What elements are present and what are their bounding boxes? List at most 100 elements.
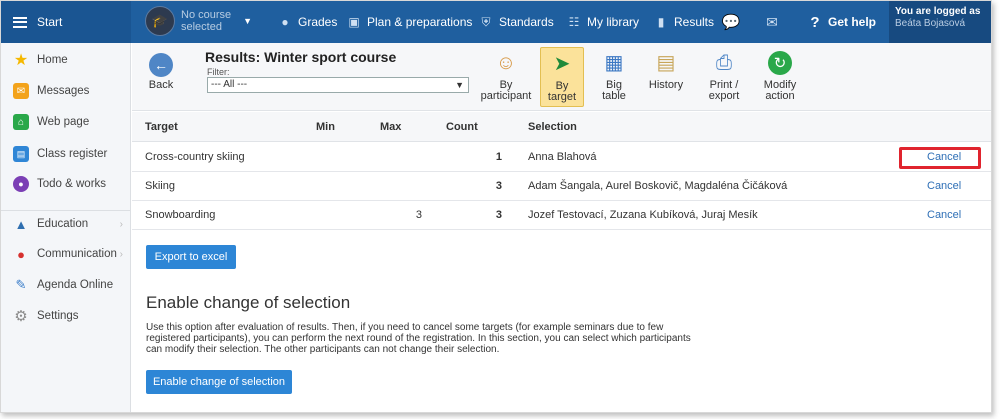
cancel-link[interactable]: Cancel	[927, 143, 961, 171]
header-min: Min	[316, 120, 335, 133]
enable-change-of-selection-button[interactable]: Enable change of selection	[146, 370, 292, 394]
header-max: Max	[380, 120, 402, 133]
start-label: Start	[37, 15, 63, 29]
gear-icon: ⚙	[14, 308, 28, 325]
filter-select[interactable]: --- All --- ▼	[207, 77, 469, 93]
header-count: Count	[446, 120, 478, 133]
cell-max	[382, 143, 422, 171]
toolbar: ← Back Results: Winter sport course Filt…	[132, 43, 991, 111]
communication-icon: ●	[17, 246, 25, 262]
header-target: Target	[145, 120, 178, 133]
sidebar-item-label: Education	[37, 218, 89, 230]
cancel-link[interactable]: Cancel	[927, 172, 961, 200]
header-selection: Selection	[528, 120, 577, 133]
palette-icon: ●	[281, 15, 289, 29]
sidebar-item-label: Settings	[37, 310, 79, 322]
sidebar-item-label: Messages	[37, 85, 90, 97]
sidebar-item-label: Web page	[37, 116, 90, 128]
nav-standards[interactable]: ⛨ Standards	[478, 1, 554, 43]
sidebar-item-todo-works[interactable]: ● Todo & works	[1, 169, 131, 199]
sidebar-item-education[interactable]: ▲ Education ›	[1, 209, 131, 239]
chat-button[interactable]: 💬	[721, 1, 741, 43]
sidebar-item-label: Agenda Online	[37, 279, 114, 291]
todo-icon: ●	[13, 176, 29, 192]
by-participant-button[interactable]: ☺ By participant	[473, 47, 539, 107]
envelope-icon: ✉	[13, 83, 29, 99]
nav-standards-label: Standards	[499, 15, 554, 29]
sidebar-item-home[interactable]: ★ Home	[1, 45, 131, 75]
cell-max: 3	[415, 209, 422, 221]
user-name: Beáta Bojasová	[895, 18, 966, 29]
cell-count: 3	[495, 180, 502, 192]
start-menu-button[interactable]: Start	[1, 1, 131, 43]
nav-results[interactable]: ▮ Results	[653, 1, 714, 43]
sidebar: ★ Home ✉ Messages ⌂ Web page ▤ Class reg…	[1, 43, 131, 412]
course-selector[interactable]: 🎓 No course selected ▼	[145, 6, 252, 36]
question-icon: ?	[810, 13, 820, 31]
by-target-button[interactable]: ➤ By target	[540, 47, 584, 107]
user-account[interactable]: You are logged as Beáta Bojasová	[889, 1, 991, 43]
nav-plan-preparations[interactable]: ▣ Plan & preparations	[346, 1, 472, 43]
modify-action-button[interactable]: ↻ Modify action	[758, 47, 802, 107]
chevron-down-icon: ▼	[243, 16, 253, 26]
course-line1: No course	[181, 9, 232, 21]
person-icon: ☺	[495, 51, 517, 74]
filter-label: Filter:	[207, 67, 230, 77]
cell-target: Cross-country skiing	[145, 151, 245, 163]
app-window: Start 🎓 No course selected ▼ ● Grades ▣ …	[0, 0, 992, 413]
back-label: Back	[148, 79, 174, 91]
print-export-button[interactable]: ⎙ Print / export	[702, 47, 746, 107]
cell-selection: Anna Blahová	[528, 151, 597, 163]
history-button[interactable]: ▤ History	[644, 47, 688, 107]
table-row: Cross-country skiing 1 Anna Blahová Canc…	[132, 143, 991, 172]
sidebar-item-class-register[interactable]: ▤ Class register	[1, 139, 131, 169]
sidebar-item-label: Communication	[37, 248, 117, 260]
cell-target: Snowboarding	[145, 209, 216, 221]
cell-target: Skiing	[145, 180, 175, 192]
get-help-button[interactable]: ? Get help	[807, 1, 876, 43]
cell-max	[382, 172, 422, 200]
chevron-down-icon: ▼	[455, 80, 464, 90]
graduation-cap-icon: 🎓	[145, 6, 175, 36]
chevron-right-icon: ›	[119, 248, 123, 260]
nav-grades-label: Grades	[298, 15, 338, 29]
cell-min	[332, 143, 372, 171]
table-row: Skiing 3 Adam Šangala, Aurel Boskovič, M…	[132, 172, 991, 201]
nav-results-label: Results	[674, 15, 715, 29]
cell-count: 1	[495, 151, 502, 163]
mail-button[interactable]: ✉	[764, 1, 780, 43]
nav-plan-label: Plan & preparations	[367, 15, 473, 29]
logged-label: You are logged as	[895, 6, 981, 17]
library-icon: ☷	[568, 15, 580, 29]
cancel-link[interactable]: Cancel	[927, 201, 961, 229]
sidebar-item-agenda-online[interactable]: ✎ Agenda Online	[1, 270, 131, 300]
page-title: Results: Winter sport course	[205, 49, 397, 65]
nav-grades[interactable]: ● Grades	[277, 1, 337, 43]
sidebar-item-label: Class register	[37, 148, 108, 160]
envelope-icon: ✉	[766, 13, 778, 30]
cell-count: 3	[495, 209, 502, 221]
chat-bubbles-icon: 💬	[721, 14, 741, 31]
sidebar-item-label: Home	[37, 54, 68, 66]
sidebar-item-web-page[interactable]: ⌂ Web page	[1, 107, 131, 137]
cell-selection: Adam Šangala, Aurel Boskovič, Magdaléna …	[528, 180, 788, 192]
education-icon: ▲	[14, 216, 28, 232]
course-line2: selected	[181, 21, 222, 33]
top-bar: Start 🎓 No course selected ▼ ● Grades ▣ …	[1, 1, 991, 43]
sidebar-item-communication[interactable]: ● Communication ›	[1, 239, 131, 269]
sidebar-item-messages[interactable]: ✉ Messages	[1, 76, 131, 106]
table-row: Snowboarding 3 3 Jozef Testovací, Zuzana…	[132, 201, 991, 230]
cell-selection: Jozef Testovací, Zuzana Kubíková, Juraj …	[528, 209, 758, 221]
table-header: Target Min Max Count Selection	[132, 112, 991, 142]
back-button[interactable]: ← Back	[140, 51, 182, 91]
table-icon: ▦	[604, 51, 624, 74]
big-table-button[interactable]: ▦ Big table	[594, 47, 634, 107]
sidebar-item-settings[interactable]: ⚙ Settings	[1, 301, 131, 331]
nav-my-library[interactable]: ☷ My library	[566, 1, 639, 43]
export-to-excel-button[interactable]: Export to excel	[146, 245, 236, 269]
shield-icon: ⛨	[481, 14, 491, 29]
nav-library-label: My library	[587, 15, 640, 29]
cell-min	[332, 201, 372, 229]
hamburger-icon	[13, 16, 27, 28]
cell-min	[332, 172, 372, 200]
